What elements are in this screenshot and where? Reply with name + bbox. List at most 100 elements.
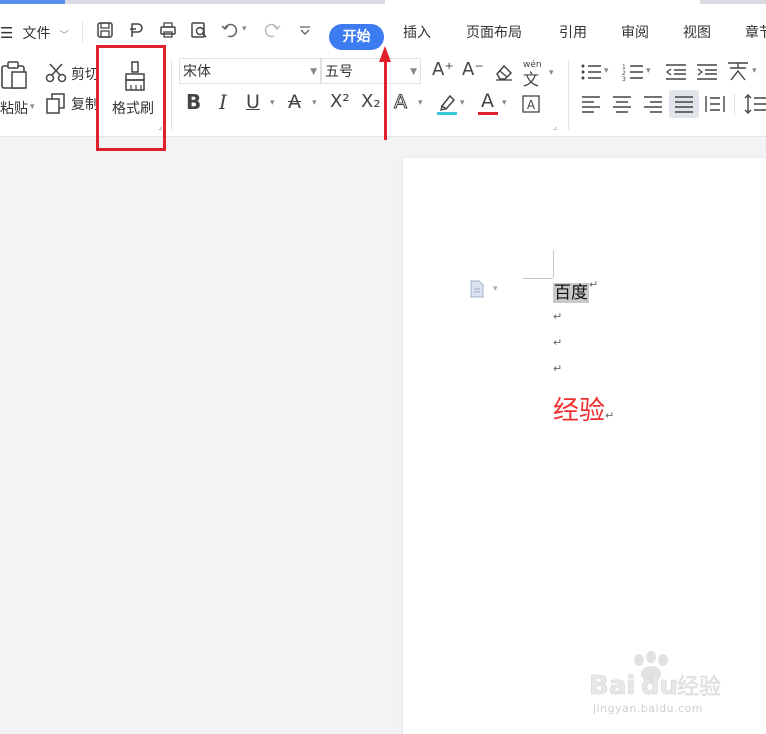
decrease-indent-icon[interactable] <box>665 62 687 82</box>
chevron-down-icon: ﹀ <box>59 31 69 41</box>
justify-button[interactable] <box>669 90 699 118</box>
selected-text: 百度 <box>553 283 589 303</box>
file-menu[interactable]: ☰ 文件 ﹀ <box>0 23 69 43</box>
clear-format-icon[interactable] <box>493 62 515 82</box>
svg-text:du: du <box>641 671 678 701</box>
phonetic-icon: 文 <box>523 70 540 89</box>
margin-corner-mark <box>553 250 554 278</box>
font-name-select[interactable]: 宋体 ▼ <box>179 58 321 84</box>
document-icon <box>470 280 484 298</box>
return-mark: ↵ <box>553 336 563 349</box>
tab-insert[interactable]: 插入 <box>403 22 431 42</box>
font-group-launcher-icon[interactable]: ⌟ <box>553 122 557 132</box>
watermark-url: jingyan.baidu.com <box>593 702 704 715</box>
grow-font-icon[interactable]: A⁺ <box>432 60 454 80</box>
svg-text:3: 3 <box>622 76 626 82</box>
red-text: 经验 <box>553 396 606 426</box>
return-mark: ↵ <box>589 278 599 291</box>
align-left-icon[interactable] <box>580 94 602 114</box>
copy-label: 复制 <box>71 97 99 113</box>
doc-line-5[interactable]: 经验↵ <box>553 390 614 427</box>
text-effect-button[interactable]: A ▾ <box>394 92 430 116</box>
caret-down-icon: ▾ <box>30 102 35 112</box>
line-spacing-icon[interactable] <box>744 92 766 116</box>
caret-down-icon: ▾ <box>549 68 554 78</box>
paste-label: 粘贴 <box>0 101 28 117</box>
tab-section[interactable]: 章节 <box>745 22 766 42</box>
export-pdf-icon[interactable] <box>126 20 146 40</box>
bullet-list-button[interactable]: ▾ <box>580 62 614 82</box>
redo-icon[interactable] <box>262 20 282 40</box>
group-separator <box>568 60 569 130</box>
hamburger-icon: ☰ <box>0 24 14 42</box>
doc-tab-strip-right <box>700 0 766 4</box>
save-icon[interactable] <box>95 20 115 40</box>
subscript-button[interactable]: X₂ <box>361 92 381 112</box>
chinese-layout-button[interactable]: ▾ <box>726 60 766 82</box>
caret-down-icon: ▾ <box>646 66 651 76</box>
clipboard-icon <box>1 61 27 89</box>
caret-down-icon: ▾ <box>242 24 247 34</box>
print-icon[interactable] <box>158 20 178 40</box>
font-color-button[interactable]: A ▾ <box>478 90 514 116</box>
bold-button[interactable]: B <box>186 92 201 112</box>
highlighter-icon <box>437 94 457 115</box>
strikethrough-button[interactable]: A ▾ <box>288 92 324 116</box>
customize-toolbar-icon[interactable] <box>297 20 313 40</box>
svg-text:经验: 经验 <box>677 675 721 700</box>
shrink-font-icon[interactable]: A⁻ <box>462 60 484 80</box>
italic-button[interactable]: I <box>219 92 227 112</box>
paragraph-handle[interactable]: ▾ <box>469 280 509 300</box>
menu-separator <box>82 22 83 42</box>
strikethrough-icon: A <box>288 91 301 113</box>
caret-down-icon: ▼ <box>310 67 317 77</box>
align-right-icon[interactable] <box>642 94 664 114</box>
caret-down-icon: ▼ <box>410 67 417 77</box>
return-mark: ↵ <box>553 362 563 375</box>
character-border-icon[interactable]: A <box>521 94 541 114</box>
doc-tab-strip <box>65 0 385 4</box>
document-page[interactable]: ▾ 百度 ↵ ↵ ↵ ↵ 经验↵ <box>403 158 766 734</box>
caret-down-icon: ▾ <box>752 66 757 76</box>
copy-button[interactable]: 复制 <box>45 92 103 114</box>
paste-button[interactable]: 粘贴 ▾ <box>0 58 36 118</box>
return-mark: ↵ <box>553 310 563 323</box>
copy-icon <box>46 93 65 114</box>
align-center-icon[interactable] <box>611 94 633 114</box>
scissors-icon <box>45 63 67 83</box>
highlight-button[interactable]: ▾ <box>436 92 472 116</box>
group-separator <box>734 94 735 116</box>
undo-button[interactable]: ▾ <box>220 20 254 40</box>
bullet-list-icon <box>581 64 601 80</box>
font-name-value: 宋体 <box>183 64 211 80</box>
tab-review[interactable]: 审阅 <box>621 22 649 42</box>
group-separator <box>171 60 172 130</box>
doc-line-1[interactable]: 百度 ↵ <box>553 278 598 303</box>
caret-down-icon: ▾ <box>418 98 423 108</box>
tab-references[interactable]: 引用 <box>559 22 587 42</box>
caret-down-icon: ▾ <box>493 284 498 294</box>
text-effect-icon: A <box>394 91 408 113</box>
distribute-icon[interactable] <box>704 94 726 114</box>
phonetic-guide-button[interactable]: wén 文 ▾ <box>523 60 559 89</box>
font-color-swatch <box>478 112 498 115</box>
numbered-list-button[interactable]: 123 ▾ <box>622 62 656 83</box>
active-doc-tab-indicator <box>0 0 65 4</box>
annotation-arrow-shaft <box>384 60 387 140</box>
caret-down-icon: ▾ <box>312 98 317 108</box>
cut-button[interactable]: 剪切 <box>45 62 103 84</box>
tab-home[interactable]: 开始 <box>329 24 384 50</box>
underline-icon: U <box>246 91 260 113</box>
font-size-select[interactable]: 五号 ▼ <box>321 58 421 84</box>
tab-page-layout[interactable]: 页面布局 <box>466 22 522 42</box>
undo-icon <box>221 23 238 38</box>
underline-button[interactable]: U ▾ <box>246 92 282 116</box>
caret-down-icon: ▾ <box>502 98 507 108</box>
increase-indent-icon[interactable] <box>696 62 718 82</box>
print-preview-icon[interactable] <box>189 20 209 40</box>
numbered-list-icon: 123 <box>622 64 643 83</box>
svg-text:Bai: Bai <box>589 671 635 701</box>
font-color-icon: A <box>481 90 494 112</box>
superscript-button[interactable]: X² <box>330 92 350 112</box>
tab-view[interactable]: 视图 <box>683 22 711 42</box>
